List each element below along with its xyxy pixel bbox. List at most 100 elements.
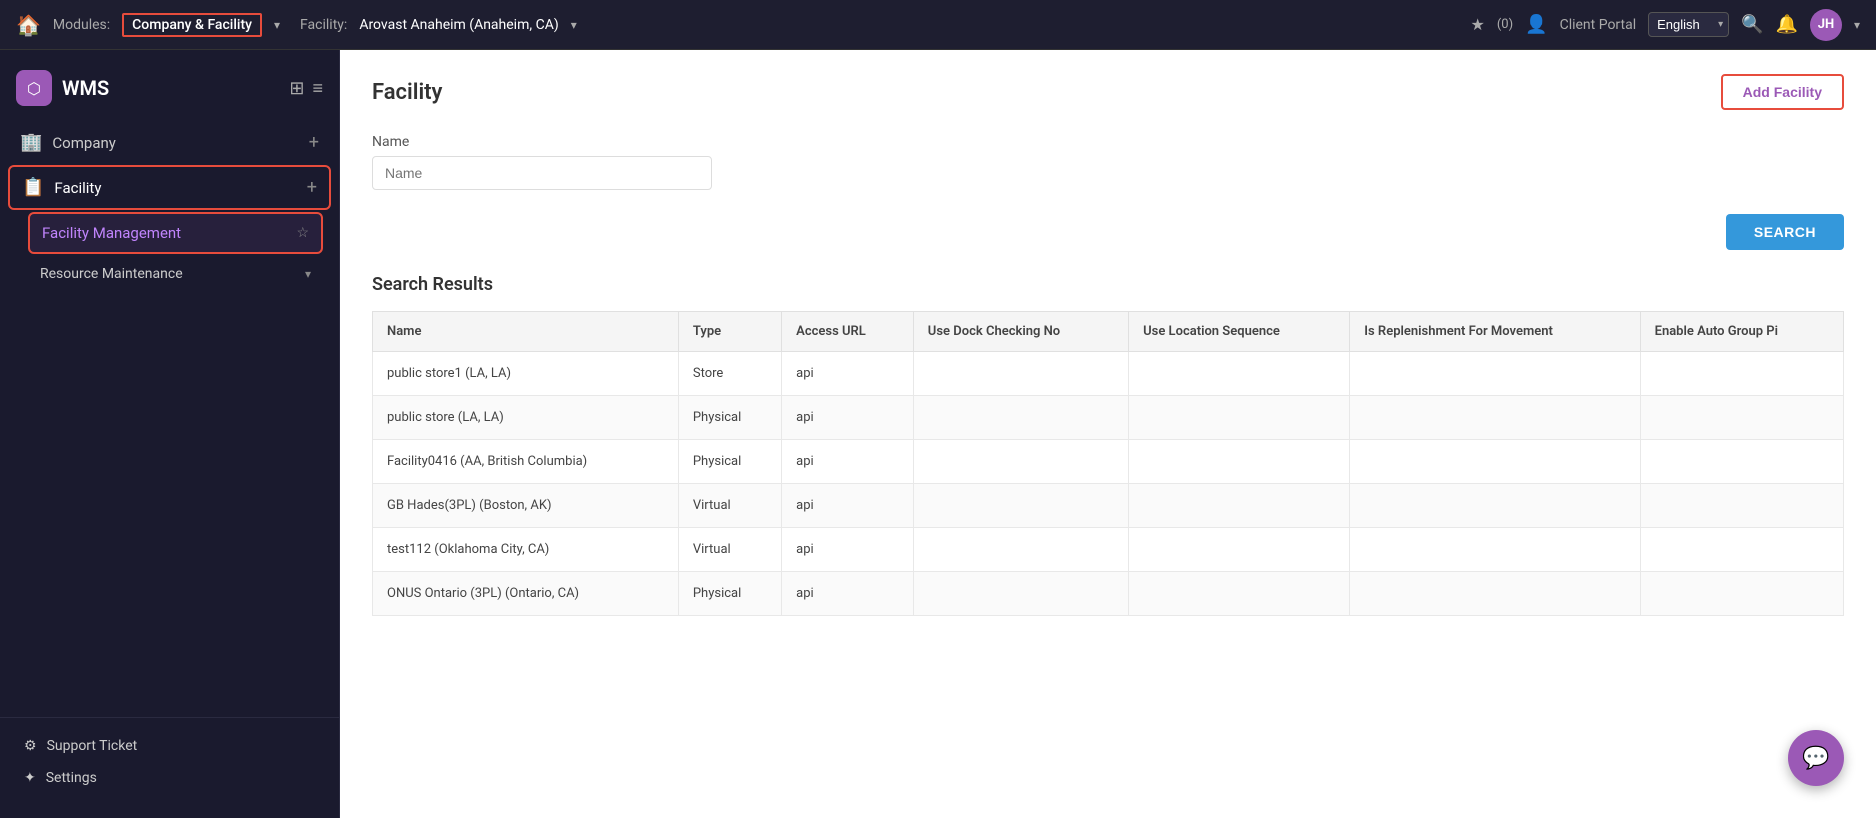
user-dropdown-arrow[interactable]: ▾ (1854, 18, 1860, 32)
facility-add-icon[interactable]: + (307, 177, 317, 198)
settings-label: Settings (46, 770, 97, 786)
language-selector-wrapper[interactable]: English Spanish French ▾ (1648, 12, 1729, 37)
app-logo: ⬡ (16, 70, 52, 106)
table-cell: GB Hades(3PL) (Boston, AK) (373, 484, 679, 528)
search-button[interactable]: SEARCH (1726, 214, 1844, 250)
table-cell (1129, 352, 1350, 396)
resource-maintenance-chevron-icon: ▾ (305, 267, 311, 281)
favorite-star-icon[interactable]: ★ (1471, 15, 1485, 34)
module-dropdown-arrow[interactable]: ▾ (274, 18, 280, 32)
table-cell (1350, 440, 1640, 484)
chat-fab-icon: 💬 (1802, 746, 1829, 771)
main-layout: ⬡ WMS ⊞ ≡ 🏢 Company + 📋 Facility + (0, 50, 1876, 818)
table-cell (1129, 484, 1350, 528)
add-facility-button[interactable]: Add Facility (1721, 74, 1844, 110)
table-cell (913, 484, 1128, 528)
sidebar-item-support-ticket[interactable]: ⚙ Support Ticket (12, 730, 327, 762)
sidebar-footer: ⚙ Support Ticket ✦ Settings (0, 717, 339, 806)
col-header-replenishment: Is Replenishment For Movement (1350, 312, 1640, 352)
col-header-dock-checking: Use Dock Checking No (913, 312, 1128, 352)
col-header-access-url: Access URL (782, 312, 914, 352)
favorite-count: (0) (1497, 17, 1513, 32)
sidebar: ⬡ WMS ⊞ ≡ 🏢 Company + 📋 Facility + (0, 50, 340, 818)
company-add-icon[interactable]: + (309, 132, 319, 153)
sidebar-header-icons: ⊞ ≡ (289, 78, 323, 99)
col-header-name: Name (373, 312, 679, 352)
user-profile-icon[interactable]: 👤 (1525, 14, 1547, 35)
table-cell: ONUS Ontario (3PL) (Ontario, CA) (373, 572, 679, 616)
table-cell: Virtual (678, 528, 781, 572)
grid-icon[interactable]: ⊞ (289, 78, 304, 99)
table-cell (1640, 484, 1843, 528)
table-cell: public store1 (LA, LA) (373, 352, 679, 396)
table-row[interactable]: GB Hades(3PL) (Boston, AK)Virtualapi (373, 484, 1844, 528)
page-title: Facility (372, 80, 442, 105)
settings-icon: ✦ (24, 770, 36, 786)
table-cell (1129, 528, 1350, 572)
col-header-location-seq: Use Location Sequence (1129, 312, 1350, 352)
language-select[interactable]: English Spanish French (1648, 12, 1729, 37)
results-title: Search Results (372, 274, 1844, 295)
content-header: Facility Add Facility (372, 74, 1844, 110)
facility-nav-name[interactable]: Arovast Anaheim (Anaheim, CA) (359, 17, 558, 33)
facility-nav-dropdown-arrow[interactable]: ▾ (571, 18, 577, 32)
facility-icon: 📋 (22, 177, 44, 198)
table-cell: api (782, 440, 914, 484)
table-header-row: Name Type Access URL Use Dock Checking N… (373, 312, 1844, 352)
support-ticket-icon: ⚙ (24, 738, 37, 754)
table-cell: api (782, 352, 914, 396)
table-header: Name Type Access URL Use Dock Checking N… (373, 312, 1844, 352)
table-cell (913, 528, 1128, 572)
sidebar-item-facility-management[interactable]: Facility Management ☆ (28, 212, 323, 254)
sidebar-item-settings[interactable]: ✦ Settings (12, 762, 327, 794)
company-icon: 🏢 (20, 132, 42, 153)
table-cell: Physical (678, 572, 781, 616)
results-table: Name Type Access URL Use Dock Checking N… (372, 311, 1844, 616)
table-cell: Physical (678, 396, 781, 440)
search-button-row: SEARCH (372, 214, 1844, 250)
sidebar-sub-menu: Facility Management ☆ Resource Maintenan… (8, 212, 331, 292)
user-avatar[interactable]: JH (1810, 9, 1842, 41)
table-cell (913, 396, 1128, 440)
table-cell: test112 (Oklahoma City, CA) (373, 528, 679, 572)
sidebar-item-company[interactable]: 🏢 Company + (8, 122, 331, 163)
table-cell: api (782, 528, 914, 572)
table-cell: api (782, 572, 914, 616)
table-cell: Physical (678, 440, 781, 484)
table-cell: api (782, 396, 914, 440)
menu-icon[interactable]: ≡ (312, 78, 323, 99)
name-field-label: Name (372, 134, 1844, 150)
app-title: WMS (62, 76, 109, 100)
home-icon[interactable]: 🏠 (16, 13, 41, 37)
client-portal-link[interactable]: Client Portal (1560, 17, 1637, 33)
sidebar-nav: 🏢 Company + 📋 Facility + Facility Manage… (0, 122, 339, 717)
table-row[interactable]: public store1 (LA, LA)Storeapi (373, 352, 1844, 396)
table-cell: Facility0416 (AA, British Columbia) (373, 440, 679, 484)
table-cell (913, 572, 1128, 616)
module-name[interactable]: Company & Facility (122, 13, 262, 37)
search-icon[interactable]: 🔍 (1741, 14, 1763, 35)
sidebar-item-resource-maintenance[interactable]: Resource Maintenance ▾ (28, 256, 323, 292)
support-ticket-label: Support Ticket (47, 738, 138, 754)
sidebar-item-label-company: Company (52, 134, 298, 152)
table-cell (1640, 352, 1843, 396)
table-cell: Store (678, 352, 781, 396)
table-row[interactable]: ONUS Ontario (3PL) (Ontario, CA)Physical… (373, 572, 1844, 616)
col-header-auto-group: Enable Auto Group Pi (1640, 312, 1843, 352)
table-row[interactable]: public store (LA, LA)Physicalapi (373, 396, 1844, 440)
table-cell (1129, 396, 1350, 440)
chat-fab-button[interactable]: 💬 (1788, 730, 1844, 786)
facility-mgmt-star-icon[interactable]: ☆ (296, 225, 309, 241)
table-cell (1350, 352, 1640, 396)
sidebar-header: ⬡ WMS ⊞ ≡ (0, 62, 339, 122)
table-row[interactable]: test112 (Oklahoma City, CA)Virtualapi (373, 528, 1844, 572)
table-body: public store1 (LA, LA)Storeapipublic sto… (373, 352, 1844, 616)
sidebar-item-facility[interactable]: 📋 Facility + (8, 165, 331, 210)
table-cell (1350, 528, 1640, 572)
notification-bell-icon[interactable]: 🔔 (1776, 14, 1798, 35)
content-area: Facility Add Facility Name SEARCH Search… (340, 50, 1876, 818)
table-cell (913, 352, 1128, 396)
table-cell (1129, 572, 1350, 616)
name-input[interactable] (372, 156, 712, 190)
table-row[interactable]: Facility0416 (AA, British Columbia)Physi… (373, 440, 1844, 484)
